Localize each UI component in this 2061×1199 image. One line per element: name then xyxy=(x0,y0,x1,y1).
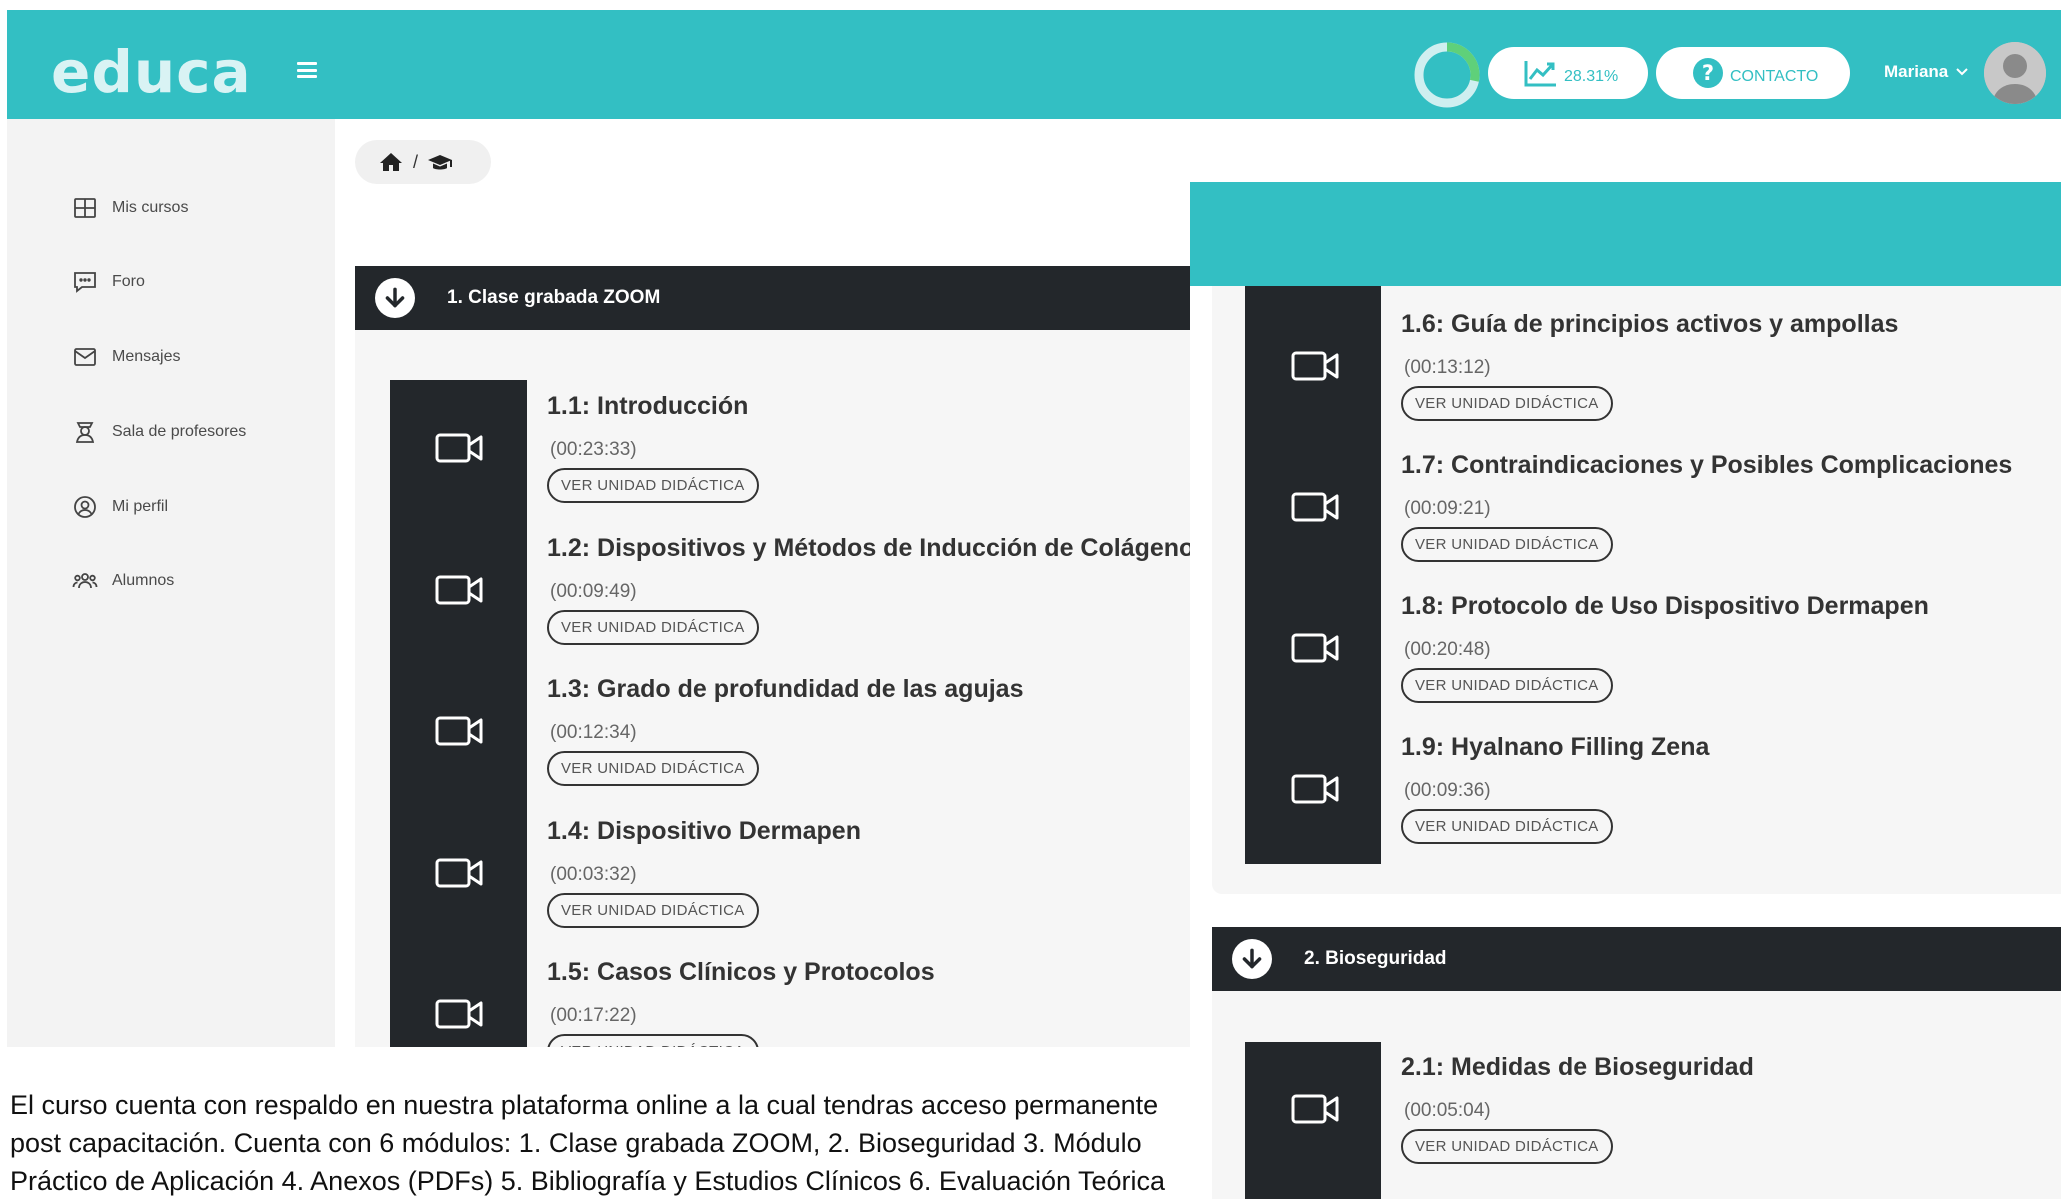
sidebar-item-foro[interactable]: Foro xyxy=(72,269,145,295)
lesson-title[interactable]: 1.8: Protocolo de Uso Dispositivo Dermap… xyxy=(1401,592,1929,621)
lesson-title[interactable]: 1.9: Hyalnano Filling Zena xyxy=(1401,733,1709,762)
sidebar-item-mi-perfil[interactable]: Mi perfil xyxy=(72,494,168,520)
top-bar-right: 28.31% ? CONTACTO Mariana xyxy=(1190,10,2061,119)
envelope-icon xyxy=(74,348,96,366)
lesson-duration: (00:20:48) xyxy=(1404,639,1491,660)
lesson-duration: (00:17:22) xyxy=(550,1005,637,1026)
contact-label: CONTACTO xyxy=(1730,68,1819,85)
logo[interactable]: educa xyxy=(51,38,252,106)
module-header-1[interactable]: 1. Clase grabada ZOOM xyxy=(355,266,1190,330)
module-title: 2. Bioseguridad xyxy=(1304,948,1447,969)
video-camera-icon[interactable] xyxy=(1291,491,1339,523)
svg-text:?: ? xyxy=(1702,61,1714,85)
sidebar-item-sala-de-profesores[interactable]: Sala de profesores xyxy=(72,419,246,445)
video-camera-icon[interactable] xyxy=(435,998,483,1030)
arrow-down-circle-icon[interactable] xyxy=(375,278,415,318)
module-header-2[interactable]: 2. Bioseguridad xyxy=(1212,927,2061,991)
course-description: El curso cuenta con respaldo en nuestra … xyxy=(10,1090,1166,1196)
video-camera-icon[interactable] xyxy=(435,857,483,889)
menu-toggle-icon[interactable] xyxy=(297,62,317,78)
sidebar-item-label: Alumnos xyxy=(112,572,175,589)
user-menu[interactable]: Mariana xyxy=(1884,62,1968,82)
ver-unidad-didactica-button[interactable]: VER UNIDAD DIDÁCTICA xyxy=(1401,668,1613,703)
ver-unidad-didactica-button[interactable]: VER UNIDAD DIDÁCTICA xyxy=(547,751,759,786)
progress-button[interactable]: 28.31% xyxy=(1488,47,1648,99)
video-camera-icon[interactable] xyxy=(1291,1093,1339,1125)
panel-header-band xyxy=(1190,182,2061,286)
right-screenshot: 28.31% ? CONTACTO Mariana 2. Biosegurida… xyxy=(1190,0,2061,1199)
lesson-title[interactable]: 1.5: Casos Clínicos y Protocolos xyxy=(547,958,935,987)
video-camera-icon[interactable] xyxy=(435,574,483,606)
avatar-silhouette-icon xyxy=(1984,42,2046,104)
sidebar-item-alumnos[interactable]: Alumnos xyxy=(72,568,174,594)
video-camera-icon[interactable] xyxy=(435,715,483,747)
ver-unidad-didactica-button[interactable]: VER UNIDAD DIDÁCTICA xyxy=(1401,527,1613,562)
sidebar-item-label: Mi perfil xyxy=(112,498,169,515)
contact-button[interactable]: ? CONTACTO xyxy=(1656,47,1850,99)
lesson-title[interactable]: 1.4: Dispositivo Dermapen xyxy=(547,817,861,846)
breadcrumb: / xyxy=(355,140,491,184)
lesson-duration: (00:05:04) xyxy=(1404,1100,1491,1121)
ver-unidad-didactica-button[interactable]: VER UNIDAD DIDÁCTICA xyxy=(547,892,759,928)
user-circle-icon xyxy=(74,496,96,518)
sidebar-item-label: Foro xyxy=(112,273,145,290)
lesson-title[interactable]: 1.1: Introducción xyxy=(547,392,748,421)
lesson-title[interactable]: 2.1: Medidas de Bioseguridad xyxy=(1401,1053,1754,1082)
course-panel-right: 2. Bioseguridad 1.6: Guía de principios … xyxy=(1190,182,2061,1199)
left-screenshot: educa Mis cursos Foro Mensajes Sala de p… xyxy=(0,0,1190,1047)
question-circle-icon: ? xyxy=(1693,58,1723,88)
top-bar: educa xyxy=(7,10,1190,119)
chat-icon xyxy=(74,272,96,293)
video-camera-icon[interactable] xyxy=(1291,350,1339,382)
lesson-duration: (00:12:34) xyxy=(550,722,637,743)
lesson-duration: (00:03:32) xyxy=(550,863,637,885)
progress-ring xyxy=(1414,42,1480,108)
lesson-duration: (00:23:33) xyxy=(550,439,637,460)
chart-line-icon xyxy=(1524,61,1556,87)
teacher-icon xyxy=(75,422,95,443)
progress-label: 28.31% xyxy=(1564,68,1619,85)
lesson-duration: (00:13:12) xyxy=(1404,357,1491,378)
video-camera-icon[interactable] xyxy=(1291,632,1339,664)
user-name: Mariana xyxy=(1884,62,1949,81)
arrow-down-circle-icon[interactable] xyxy=(1232,939,1272,979)
ver-unidad-didactica-button[interactable]: VER UNIDAD DIDÁCTICA xyxy=(547,1034,759,1047)
sidebar-item-label: Sala de profesores xyxy=(112,423,247,440)
video-camera-icon[interactable] xyxy=(435,432,483,464)
lesson-title[interactable]: 1.2: Dispositivos y Métodos de Inducción… xyxy=(547,534,1190,563)
sidebar-item-label: Mis cursos xyxy=(112,199,189,216)
lesson-duration: (00:09:49) xyxy=(550,580,637,602)
lesson-title[interactable]: 1.3: Grado de profundidad de las agujas xyxy=(547,675,1023,704)
ver-unidad-didactica-button[interactable]: VER UNIDAD DIDÁCTICA xyxy=(547,468,759,503)
users-icon xyxy=(72,573,98,589)
grid-icon xyxy=(74,198,96,218)
home-icon[interactable] xyxy=(379,151,403,173)
lesson-title[interactable]: 1.7: Contraindicaciones y Posibles Compl… xyxy=(1401,451,2012,480)
breadcrumb-separator: / xyxy=(413,151,419,172)
lesson-duration: (00:09:21) xyxy=(1404,498,1491,519)
sidebar-item-label: Mensajes xyxy=(112,348,181,365)
video-column xyxy=(390,380,527,1047)
graduation-cap-icon[interactable] xyxy=(428,151,453,173)
lesson-duration: (00:09:36) xyxy=(1404,780,1491,801)
ver-unidad-didactica-button[interactable]: VER UNIDAD DIDÁCTICA xyxy=(1401,1129,1613,1164)
sidebar: Mis cursos Foro Mensajes Sala de profeso… xyxy=(7,119,335,1047)
module-title: 1. Clase grabada ZOOM xyxy=(447,287,661,308)
ver-unidad-didactica-button[interactable]: VER UNIDAD DIDÁCTICA xyxy=(1401,386,1613,421)
ver-unidad-didactica-button[interactable]: VER UNIDAD DIDÁCTICA xyxy=(1401,809,1613,844)
video-camera-icon[interactable] xyxy=(1291,773,1339,805)
ver-unidad-didactica-button[interactable]: VER UNIDAD DIDÁCTICA xyxy=(547,609,759,645)
sidebar-item-mensajes[interactable]: Mensajes xyxy=(72,344,180,370)
lesson-title[interactable]: 1.6: Guía de principios activos y ampoll… xyxy=(1401,310,1898,339)
sidebar-item-mis-cursos[interactable]: Mis cursos xyxy=(72,195,188,221)
chevron-down-icon xyxy=(1956,68,1968,76)
avatar[interactable] xyxy=(1984,42,2046,104)
